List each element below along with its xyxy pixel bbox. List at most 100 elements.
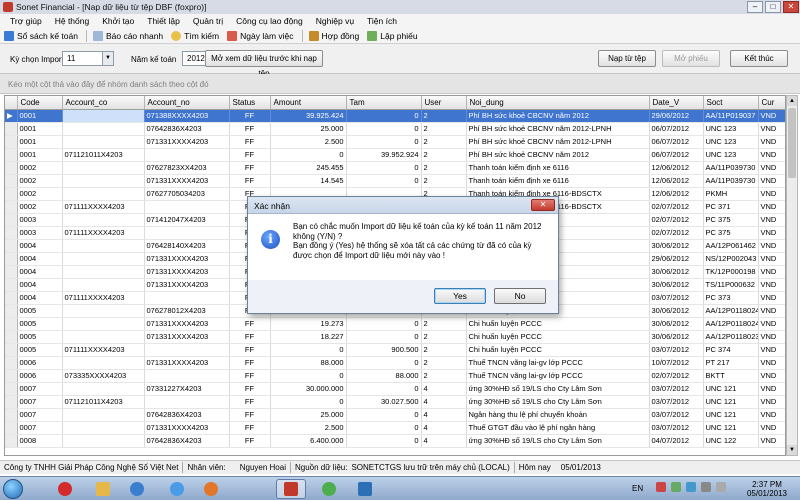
minimize-icon[interactable]: – [747, 1, 763, 13]
tray-icon[interactable] [671, 482, 681, 492]
row-indicator[interactable] [5, 330, 18, 344]
chevron-down-icon[interactable]: ▼ [102, 52, 113, 65]
row-indicator[interactable] [5, 395, 18, 409]
menu-setup[interactable]: Thiết lập [147, 16, 180, 26]
table-row[interactable]: 0007 07642836X4203 FF 25.000 0 4 Ngân hàng thu… [5, 408, 785, 422]
column-header[interactable]: Code [17, 96, 63, 110]
column-header[interactable]: Soct [703, 96, 759, 110]
row-indicator[interactable] [5, 239, 18, 253]
table-row[interactable]: 0001 071331XXXX4203 FF 2.500 0 2 Phí BH sức kh… [5, 135, 785, 149]
column-header[interactable]: Account_co [62, 96, 145, 110]
menu-tools[interactable]: Công cụ lao động [236, 16, 303, 26]
yes-button[interactable]: Yes [434, 288, 486, 304]
language-indicator[interactable]: EN [632, 484, 643, 493]
menu-init[interactable]: Khởi tạo [102, 16, 134, 26]
table-row[interactable]: 0001 07642836X4203 FF 25.000 0 2 Phí BH sức kh… [5, 122, 785, 136]
row-indicator[interactable] [5, 369, 18, 383]
close-button[interactable]: Kết thúc [730, 50, 788, 67]
row-indicator[interactable] [5, 135, 18, 149]
close-icon[interactable]: ✕ [783, 1, 799, 13]
table-cell: VND [758, 265, 785, 279]
column-header[interactable]: Amount [270, 96, 347, 110]
table-row[interactable]: 0007 07331227X4203 FF 30.000.000 0 4 ứng 30%HĐ… [5, 382, 785, 396]
row-indicator[interactable] [5, 317, 18, 331]
table-row[interactable]: 0006 071331XXXX4203 FF 88.000 0 2 Thuế TNCN vã… [5, 356, 785, 370]
tray-icon[interactable] [686, 482, 696, 492]
row-indicator[interactable] [5, 356, 18, 370]
column-header[interactable]: User [421, 96, 467, 110]
row-indicator[interactable]: ▶ [5, 109, 18, 123]
close-icon[interactable]: ✕ [531, 199, 555, 211]
column-header[interactable]: Status [229, 96, 271, 110]
start-button[interactable] [3, 479, 23, 499]
toolbar-workday-button[interactable]: Ngày làm việc [227, 30, 294, 41]
row-indicator[interactable] [5, 213, 18, 227]
row-indicator[interactable] [5, 122, 18, 136]
import-button[interactable]: Nạp từ tệp [598, 50, 656, 67]
menu-utilities[interactable]: Tiện ích [367, 16, 397, 26]
table-row[interactable]: 0007 071121011X4203 FF 0 30.027.500 4 ứng 30%H… [5, 395, 785, 409]
tray-icon[interactable] [656, 482, 666, 492]
row-indicator[interactable] [5, 252, 18, 266]
row-indicator[interactable] [5, 421, 18, 435]
table-row[interactable]: 0005 071331XXXX4203 FF 18.227 0 2 Chi huấn luy… [5, 330, 785, 344]
menu-admin[interactable]: Quản trị [193, 16, 223, 26]
preview-button[interactable]: Mở xem dữ liệu trước khi nạp tệp [205, 50, 323, 78]
menu-system[interactable]: Hệ thống [55, 16, 90, 26]
row-indicator[interactable] [5, 148, 18, 162]
taskbar-opera[interactable] [50, 479, 80, 499]
row-indicator[interactable] [5, 291, 18, 305]
taskbar-sonet[interactable] [276, 479, 306, 499]
toolbar-search-button[interactable]: Tìm kiếm [171, 30, 219, 41]
table-row[interactable]: 0007 071331XXXX4203 FF 2.500 0 4 Thuế GTGT đầu… [5, 421, 785, 435]
row-indicator[interactable] [5, 174, 18, 188]
row-indicator[interactable] [5, 161, 18, 175]
table-row[interactable]: 0006 073335XXXX4203 FF 0 88.000 2 Thuế TNCN vã… [5, 369, 785, 383]
no-button[interactable]: No [494, 288, 546, 304]
table-row[interactable]: 0008 07642836X4203 FF 6.400.000 0 4 ứng 30%HĐ … [5, 434, 785, 448]
column-header[interactable]: Date_V [649, 96, 704, 110]
taskbar-ie[interactable] [162, 479, 192, 499]
column-header[interactable]: Tam [346, 96, 422, 110]
row-indicator[interactable] [5, 343, 18, 357]
row-indicator[interactable] [5, 434, 18, 448]
column-header[interactable]: Noi_dung [466, 96, 650, 110]
taskbar-firefox[interactable] [196, 479, 226, 499]
toolbar-contract-button[interactable]: Hợp đồng [308, 30, 359, 41]
row-indicator[interactable] [5, 382, 18, 396]
volume-icon[interactable] [716, 482, 726, 492]
row-indicator[interactable] [5, 278, 18, 292]
table-row[interactable]: 0005 071111XXXX4203 FF 0 900.500 2 Chi huấn lu… [5, 343, 785, 357]
taskbar-folder[interactable] [88, 479, 118, 499]
toolbar-ledger-button[interactable]: Sổ sách kế toán [4, 30, 78, 41]
row-indicator[interactable] [5, 408, 18, 422]
open-voucher-button[interactable]: Mở phiếu [662, 50, 720, 67]
menu-help[interactable]: Trợ giúp [10, 16, 42, 26]
maximize-icon[interactable]: □ [765, 1, 781, 13]
row-indicator[interactable] [5, 304, 18, 318]
scroll-down-icon[interactable]: ▼ [787, 445, 797, 455]
taskbar-chat[interactable] [314, 479, 344, 499]
taskbar-media[interactable] [122, 479, 152, 499]
period-select[interactable]: 11 ▼ [62, 51, 114, 66]
clock[interactable]: 2:37 PM 05/01/2013 [746, 480, 788, 498]
table-row[interactable]: 0002 07627823XX4203 FF 245.455 0 2 Thanh toán … [5, 161, 785, 175]
row-indicator[interactable] [5, 200, 18, 214]
scroll-thumb[interactable] [788, 108, 796, 178]
row-indicator[interactable] [5, 226, 18, 240]
grid-scrollbar[interactable]: ▲ ▼ [786, 95, 798, 456]
row-indicator[interactable] [5, 187, 18, 201]
menu-operations[interactable]: Nghiệp vụ [316, 16, 354, 26]
row-indicator[interactable] [5, 265, 18, 279]
table-row[interactable]: 0005 071331XXXX4203 FF 19.273 0 2 Chi huấn luy… [5, 317, 785, 331]
table-row[interactable]: ▶ 0001 071388XXXX4203 FF 39.925.424 0 2 Phí BH … [5, 109, 785, 123]
taskbar-app[interactable] [350, 479, 380, 499]
column-header[interactable]: Account_no [144, 96, 230, 110]
scroll-up-icon[interactable]: ▲ [787, 96, 797, 106]
table-row[interactable]: 0002 071331XXXX4203 FF 14.545 0 2 Thanh toán k… [5, 174, 785, 188]
network-icon[interactable] [701, 482, 711, 492]
toolbar-voucher-button[interactable]: Lập phiếu [367, 30, 418, 41]
column-header[interactable]: Cur [758, 96, 785, 110]
toolbar-report-button[interactable]: Báo cáo nhanh [92, 30, 163, 41]
table-row[interactable]: 0001 071121011X4203 FF 0 39.952.924 2 Phí BH s… [5, 148, 785, 162]
